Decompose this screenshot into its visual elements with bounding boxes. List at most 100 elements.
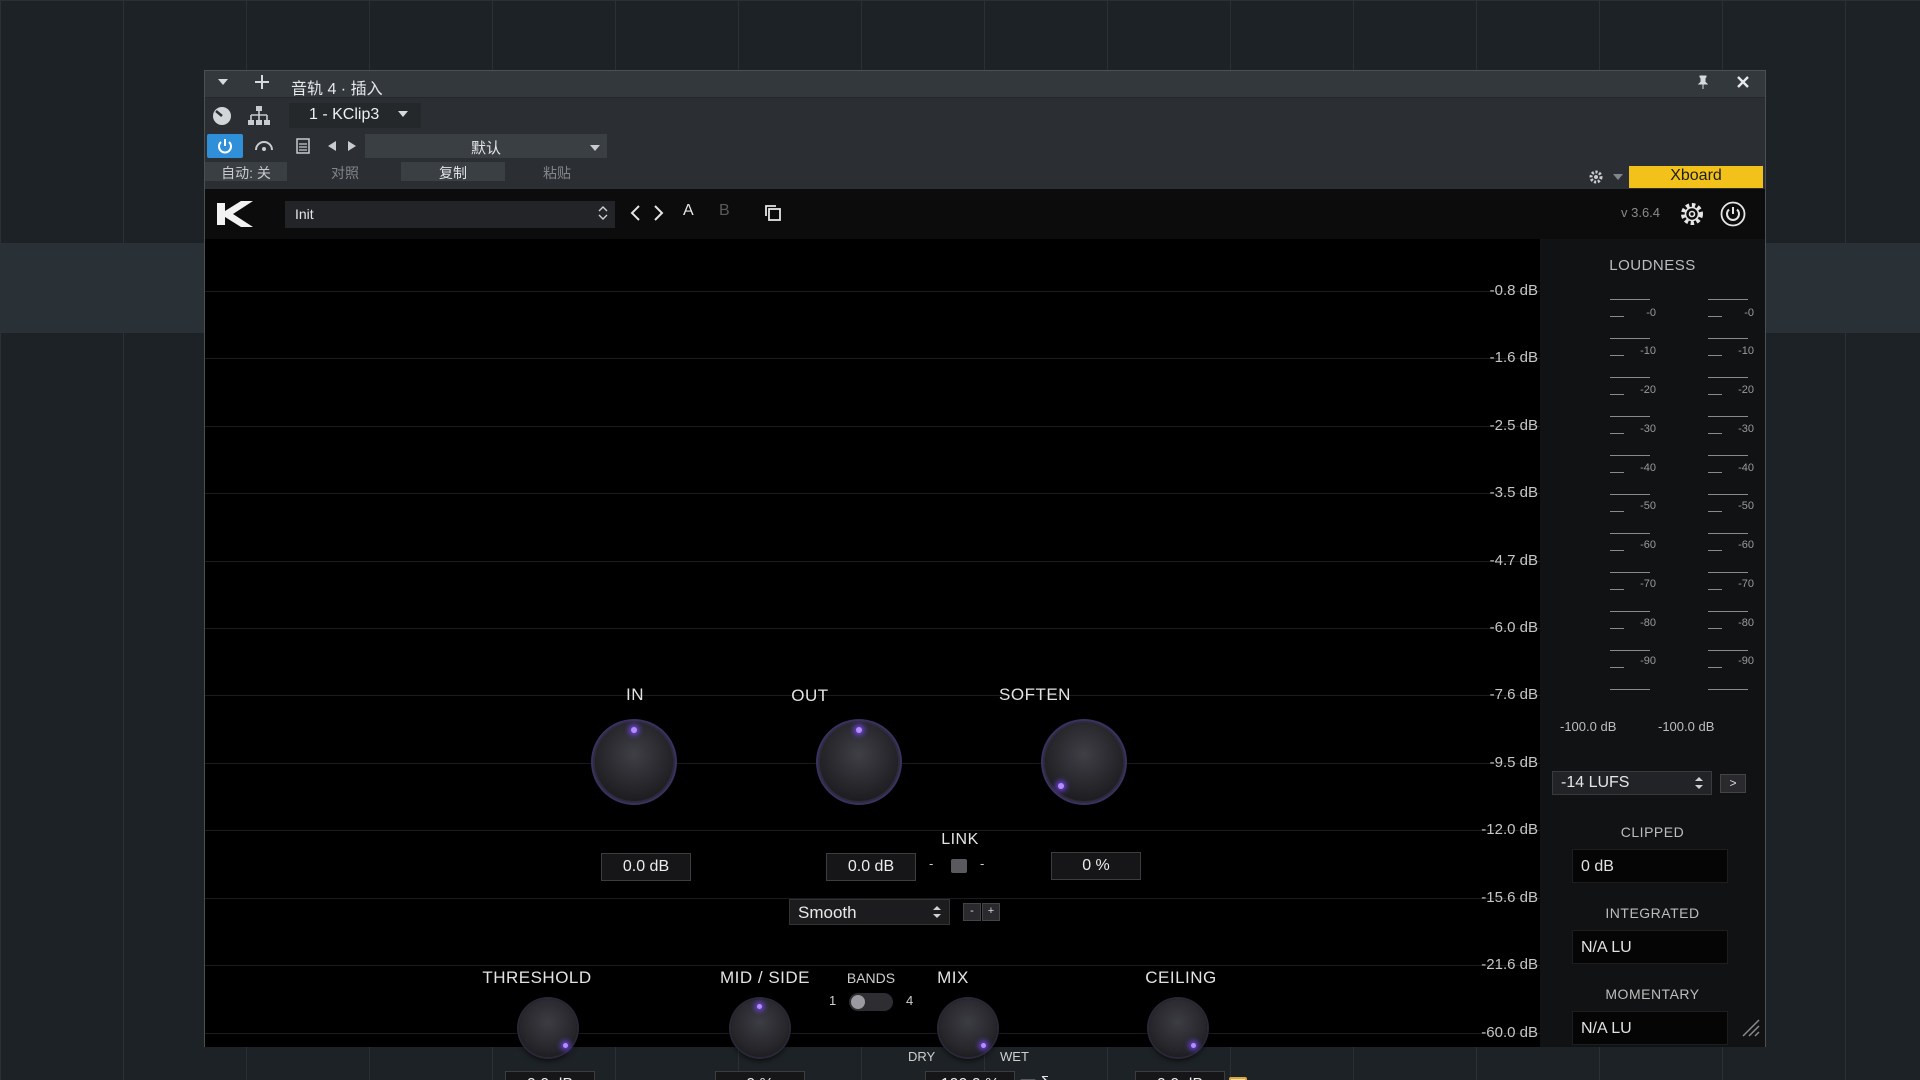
link-label: LINK bbox=[941, 831, 979, 848]
meter-tick bbox=[1610, 433, 1624, 434]
meter-tick bbox=[1708, 572, 1748, 573]
updown-icon bbox=[597, 205, 609, 224]
add-icon[interactable] bbox=[253, 73, 271, 96]
paste-button[interactable]: 粘贴 bbox=[507, 162, 607, 181]
db-scale-label: -12.0 dB bbox=[1481, 821, 1538, 838]
next-preset-icon[interactable] bbox=[343, 134, 361, 158]
meter-tick bbox=[1708, 377, 1748, 378]
meter-tick bbox=[1708, 511, 1722, 512]
ceiling-knob[interactable] bbox=[1149, 999, 1207, 1057]
meter-tick bbox=[1610, 533, 1650, 534]
resize-handle-icon[interactable] bbox=[1739, 1016, 1761, 1043]
db-scale-label: -15.6 dB bbox=[1481, 889, 1538, 906]
copy-button[interactable]: 复制 bbox=[401, 162, 505, 181]
meter-tick bbox=[1708, 650, 1748, 651]
gridline bbox=[205, 493, 1540, 494]
chevron-down-icon[interactable] bbox=[1609, 166, 1627, 188]
link-toggle[interactable] bbox=[951, 859, 967, 873]
out-value[interactable]: 0.0 dB bbox=[826, 853, 916, 881]
prev-preset-icon[interactable] bbox=[629, 203, 641, 228]
meter-tick bbox=[1610, 550, 1624, 551]
bands-max-label: 4 bbox=[906, 993, 914, 1008]
clip-mode-minus-button[interactable]: - bbox=[963, 903, 981, 921]
plugin-power-icon[interactable] bbox=[1719, 200, 1747, 233]
mid-side-knob[interactable] bbox=[731, 999, 789, 1057]
compare-button[interactable]: 对照 bbox=[291, 162, 399, 181]
loudness-title: LOUDNESS bbox=[1609, 257, 1696, 274]
momentary-label: MOMENTARY bbox=[1605, 986, 1700, 1002]
meter-tick bbox=[1708, 533, 1748, 534]
meter-tick bbox=[1610, 589, 1624, 590]
meter-label: -0 bbox=[1744, 307, 1754, 319]
host-preset-select[interactable]: 默认 bbox=[365, 134, 607, 158]
meter-tick bbox=[1708, 689, 1748, 690]
meter-label: -40 bbox=[1640, 462, 1656, 474]
threshold-knob[interactable] bbox=[519, 999, 577, 1057]
in-knob[interactable] bbox=[595, 723, 673, 801]
pin-icon[interactable] bbox=[1695, 74, 1711, 95]
preset-menu-icon[interactable] bbox=[291, 134, 315, 158]
meter-label: -0 bbox=[1646, 307, 1656, 319]
clip-mode-select[interactable]: Smooth bbox=[789, 899, 950, 925]
in-value[interactable]: 0.0 dB bbox=[601, 853, 691, 881]
meter-tick bbox=[1708, 550, 1722, 551]
ab-a-button[interactable]: A bbox=[683, 202, 694, 220]
meter-label: -20 bbox=[1640, 384, 1656, 396]
clipped-label: CLIPPED bbox=[1620, 824, 1685, 840]
gridline bbox=[205, 628, 1540, 629]
gear-icon[interactable] bbox=[1583, 166, 1609, 188]
power-toggle-button[interactable] bbox=[207, 134, 243, 158]
meter-label: -30 bbox=[1640, 423, 1656, 435]
mix-label: MIX bbox=[937, 968, 969, 987]
copy-ab-icon[interactable] bbox=[763, 203, 783, 228]
meter-tick bbox=[1610, 494, 1650, 495]
knob-indicator bbox=[1058, 783, 1064, 789]
threshold-value[interactable]: 0.0 dB bbox=[505, 1071, 595, 1080]
mix-value[interactable]: 100.0 % bbox=[925, 1071, 1015, 1080]
meter-tick bbox=[1708, 628, 1722, 629]
automation-icon[interactable] bbox=[247, 134, 281, 158]
routing-icon[interactable] bbox=[245, 104, 273, 128]
lufs-next-button[interactable]: > bbox=[1720, 774, 1746, 793]
bands-toggle[interactable] bbox=[849, 993, 893, 1011]
lufs-target-label: -14 LUFS bbox=[1561, 774, 1630, 791]
gridline bbox=[205, 965, 1540, 966]
close-icon[interactable] bbox=[1735, 74, 1751, 95]
chevron-down-icon[interactable] bbox=[215, 74, 231, 95]
xboard-button[interactable]: Xboard bbox=[1629, 166, 1763, 188]
kazrog-logo-icon bbox=[215, 199, 259, 234]
auto-off-label[interactable]: 自动: 关 bbox=[205, 162, 287, 181]
lufs-target-select[interactable]: -14 LUFS bbox=[1552, 771, 1712, 795]
clip-mode-plus-button[interactable]: + bbox=[982, 903, 1000, 921]
plugin-window: 音轨 4 · 插入 1 - KClip3 默认 自动: 关 对照 复制 粘贴 X… bbox=[204, 70, 1766, 1080]
out-knob[interactable] bbox=[820, 723, 898, 801]
left-level-readout: -100.0 dB bbox=[1560, 719, 1617, 734]
out-label: OUT bbox=[791, 686, 829, 705]
mid-side-label: MID / SIDE bbox=[719, 968, 810, 987]
db-scale-label: -2.5 dB bbox=[1489, 417, 1538, 434]
soften-value[interactable]: 0 % bbox=[1051, 852, 1141, 880]
ab-b-button[interactable]: B bbox=[719, 202, 730, 220]
mix-knob[interactable] bbox=[939, 999, 997, 1057]
meter-label: -70 bbox=[1738, 578, 1754, 590]
db-scale-label: -6.0 dB bbox=[1489, 619, 1538, 636]
momentary-value: N/A LU bbox=[1572, 1011, 1728, 1045]
meter-label: -50 bbox=[1640, 500, 1656, 512]
preset-select[interactable]: Init bbox=[285, 201, 615, 228]
meter-tick bbox=[1610, 455, 1650, 456]
next-preset-icon[interactable] bbox=[653, 203, 665, 228]
settings-gear-icon[interactable] bbox=[1678, 200, 1706, 233]
meter-tick bbox=[1610, 511, 1624, 512]
kclip-plugin: Init A B v 3.6.4 -0.8 dB -1.6 dB -2.5 dB… bbox=[205, 189, 1765, 1080]
ceiling-value[interactable]: 0.0 dB bbox=[1135, 1071, 1225, 1080]
plugin-slot-select[interactable]: 1 - KClip3 bbox=[289, 103, 421, 128]
prev-preset-icon[interactable] bbox=[323, 134, 341, 158]
db-scale-label: -21.6 dB bbox=[1481, 956, 1538, 973]
soften-knob[interactable] bbox=[1045, 723, 1123, 801]
db-scale-label: -1.6 dB bbox=[1489, 349, 1538, 366]
clip-mode-label: Smooth bbox=[798, 903, 857, 922]
meter-label: -70 bbox=[1640, 578, 1656, 590]
meter-tick bbox=[1610, 572, 1650, 573]
bypass-dial-icon[interactable] bbox=[209, 104, 235, 128]
mid-side-value[interactable]: 0 % bbox=[715, 1071, 805, 1080]
